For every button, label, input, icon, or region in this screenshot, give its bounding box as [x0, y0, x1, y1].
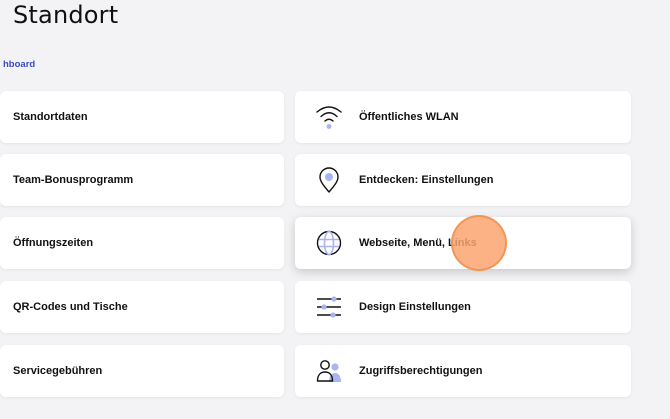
wifi-icon: [315, 103, 343, 131]
page-title: Standort: [13, 1, 119, 29]
card-label: Zugriffsberechtigungen: [359, 365, 483, 377]
card-label: Design Einstellungen: [359, 301, 471, 313]
card-entdecken-einstellungen[interactable]: Entdecken: Einstellungen: [295, 154, 631, 206]
card-label: Team-Bonusprogramm: [13, 174, 134, 186]
card-oeffentliches-wlan[interactable]: Öffentliches WLAN: [295, 91, 631, 143]
card-label: Webseite, Menü, Links: [359, 237, 477, 249]
card-webseite-menue-links[interactable]: Webseite, Menü, Links: [295, 217, 631, 269]
card-label: QR-Codes und Tische: [13, 301, 128, 313]
card-standortdaten[interactable]: Standortdaten: [0, 91, 284, 143]
users-icon: [315, 357, 343, 385]
card-label: Öffentliches WLAN: [359, 111, 459, 123]
card-label: Öffnungszeiten: [13, 237, 94, 249]
breadcrumb-dashboard-link[interactable]: hboard: [3, 59, 35, 70]
card-design-einstellungen[interactable]: Design Einstellungen: [295, 281, 631, 333]
sliders-icon: [315, 293, 343, 321]
globe-icon: [315, 229, 343, 257]
card-team-bonusprogramm[interactable]: Team-Bonusprogramm: [0, 154, 284, 206]
card-label: Servicegebühren: [13, 365, 103, 377]
map-pin-icon: [315, 166, 343, 194]
card-label: Entdecken: Einstellungen: [359, 174, 494, 186]
card-zugriffsberechtigungen[interactable]: Zugriffsberechtigungen: [295, 345, 631, 397]
card-oeffnungszeiten[interactable]: Öffnungszeiten: [0, 217, 284, 269]
card-servicegebuehren[interactable]: Servicegebühren: [0, 345, 284, 397]
card-label: Standortdaten: [13, 111, 88, 123]
card-qr-codes-und-tische[interactable]: QR-Codes und Tische: [0, 281, 284, 333]
